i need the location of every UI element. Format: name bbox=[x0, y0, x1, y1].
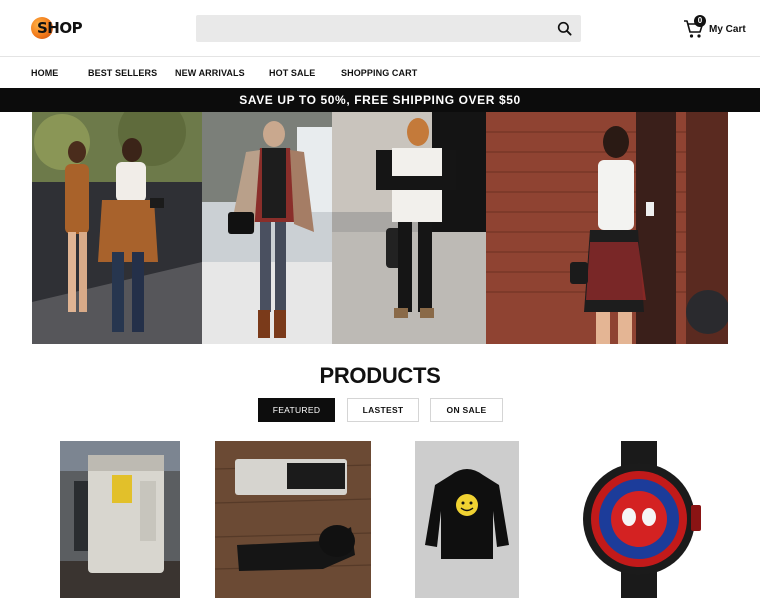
hero-panel-plaid bbox=[202, 112, 332, 344]
cart-count-badge: 0 bbox=[694, 15, 706, 27]
products-heading: PRODUCTS bbox=[319, 363, 441, 388]
hero-panel-striped-top bbox=[332, 112, 486, 344]
shop-logo[interactable]: SHOP bbox=[31, 17, 83, 39]
hero-panel-street-duo bbox=[32, 112, 202, 344]
product-card-spider-watch[interactable] bbox=[575, 441, 703, 598]
header: SHOP 0 My Cart bbox=[0, 0, 760, 57]
nav-best-sellers[interactable]: BEST SELLERS bbox=[88, 68, 157, 78]
product-image bbox=[215, 441, 371, 598]
search-input[interactable] bbox=[196, 15, 581, 42]
product-image bbox=[575, 441, 703, 598]
logo-text: SHOP bbox=[37, 19, 83, 37]
hero-banner[interactable] bbox=[32, 112, 728, 344]
search-icon[interactable] bbox=[557, 21, 572, 36]
nav-shopping-cart[interactable]: SHOPPING CART bbox=[341, 68, 417, 78]
nav-new-arrivals[interactable]: NEW ARRIVALS bbox=[175, 68, 245, 78]
tab-on-sale[interactable]: ON SALE bbox=[430, 398, 503, 422]
product-image bbox=[415, 441, 519, 598]
cart-label[interactable]: My Cart bbox=[709, 24, 746, 35]
hero-panel-brick-wall bbox=[486, 112, 728, 344]
product-card-hoodie[interactable] bbox=[415, 441, 519, 598]
product-card-fan-heater[interactable] bbox=[215, 441, 371, 598]
main-nav: HOME BEST SELLERS NEW ARRIVALS HOT SALE … bbox=[0, 57, 760, 88]
cart-button[interactable]: 0 My Cart bbox=[683, 15, 746, 42]
nav-hot-sale[interactable]: HOT SALE bbox=[269, 68, 315, 78]
product-image bbox=[60, 441, 180, 598]
tab-featured[interactable]: FEATURED bbox=[258, 398, 335, 422]
product-card-heater-box[interactable] bbox=[60, 441, 180, 598]
tab-lastest[interactable]: LASTEST bbox=[347, 398, 419, 422]
cart-icon: 0 bbox=[683, 15, 706, 40]
promo-banner: SAVE UP TO 50%, FREE SHIPPING OVER $50 bbox=[0, 88, 760, 112]
nav-home[interactable]: HOME bbox=[31, 68, 58, 78]
